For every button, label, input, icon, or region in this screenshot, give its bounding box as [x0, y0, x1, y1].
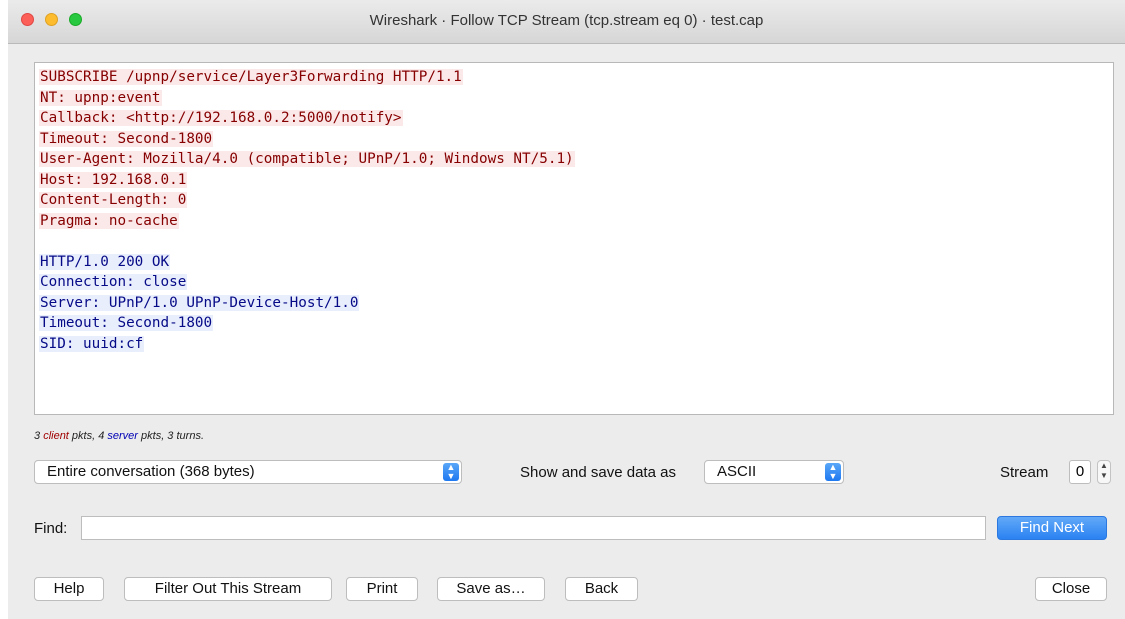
client-line-text: Timeout: Second-1800: [39, 130, 214, 147]
client-line: Pragma: no-cache: [39, 211, 1113, 232]
stepper-icon[interactable]: ▲ ▼: [1097, 460, 1111, 484]
server-word: server: [107, 430, 138, 442]
server-line: Connection: close: [39, 272, 1113, 293]
client-line-text: NT: upnp:event: [39, 89, 162, 106]
find-label: Find:: [34, 520, 68, 537]
server-line-text: Server: UPnP/1.0 UPnP-Device-Host/1.0: [39, 294, 360, 311]
server-line: SID: uuid:cf: [39, 334, 1113, 355]
title-bar: Wireshark · Follow TCP Stream (tcp.strea…: [8, 0, 1125, 44]
follow-stream-window: Wireshark · Follow TCP Stream (tcp.strea…: [8, 0, 1125, 619]
help-button[interactable]: Help: [34, 577, 104, 601]
stream-number-field[interactable]: 0: [1069, 460, 1091, 484]
stats-mid-2: pkts, 3 turns.: [137, 430, 204, 442]
server-line-text: Connection: close: [39, 274, 188, 290]
filter-out-stream-button[interactable]: Filter Out This Stream: [124, 577, 332, 601]
format-select[interactable]: ASCII ▲ ▼: [704, 460, 844, 484]
server-line-text: HTTP/1.0 200 OK: [39, 253, 171, 270]
client-line-text: Callback: <http://192.168.0.2:5000/notif…: [39, 110, 403, 126]
conversation-select-value: Entire conversation (368 bytes): [47, 463, 255, 480]
client-line: Content-Length: 0: [39, 190, 1113, 211]
client-line: Callback: <http://192.168.0.2:5000/notif…: [39, 108, 1113, 129]
client-line: NT: upnp:event: [39, 88, 1113, 109]
stats-mid-1: pkts, 4: [68, 430, 108, 442]
client-count: 3: [34, 430, 41, 442]
show-save-label: Show and save data as: [520, 464, 676, 481]
format-select-value: ASCII: [717, 463, 757, 480]
back-button[interactable]: Back: [565, 577, 638, 601]
client-line-text: Host: 192.168.0.1: [39, 171, 188, 188]
print-button[interactable]: Print: [346, 577, 418, 601]
server-line: Server: UPnP/1.0 UPnP-Device-Host/1.0: [39, 293, 1113, 314]
stream-content-area[interactable]: SUBSCRIBE /upnp/service/Layer3Forwarding…: [34, 62, 1114, 415]
find-next-button[interactable]: Find Next: [997, 516, 1107, 540]
server-line: Timeout: Second-1800: [39, 313, 1113, 334]
client-line-text: SUBSCRIBE /upnp/service/Layer3Forwarding…: [39, 69, 463, 85]
client-word: client: [43, 430, 69, 442]
window-title: Wireshark · Follow TCP Stream (tcp.strea…: [369, 12, 764, 29]
server-line-text: Timeout: Second-1800: [39, 315, 214, 331]
updown-chevron-icon: ▲ ▼: [443, 463, 459, 481]
client-line: Timeout: Second-1800: [39, 129, 1113, 150]
client-line: SUBSCRIBE /upnp/service/Layer3Forwarding…: [39, 67, 1113, 88]
find-input[interactable]: [81, 516, 986, 540]
client-line: User-Agent: Mozilla/4.0 (compatible; UPn…: [39, 149, 1113, 170]
stream-stats: 3 client pkts, 4 server pkts, 3 turns.: [34, 430, 204, 442]
client-line: Host: 192.168.0.1: [39, 170, 1113, 191]
server-line: HTTP/1.0 200 OK: [39, 252, 1113, 273]
server-line-text: SID: uuid:cf: [39, 335, 145, 352]
stream-label: Stream: [1000, 464, 1049, 481]
conversation-select[interactable]: Entire conversation (368 bytes) ▲ ▼: [34, 460, 462, 484]
client-line-text: Content-Length: 0: [39, 192, 188, 208]
client-line-text: Pragma: no-cache: [39, 212, 179, 229]
close-button[interactable]: Close: [1035, 577, 1107, 601]
save-as-button[interactable]: Save as…: [437, 577, 545, 601]
client-line-text: User-Agent: Mozilla/4.0 (compatible; UPn…: [39, 151, 575, 167]
updown-chevron-icon: ▲ ▼: [825, 463, 841, 481]
